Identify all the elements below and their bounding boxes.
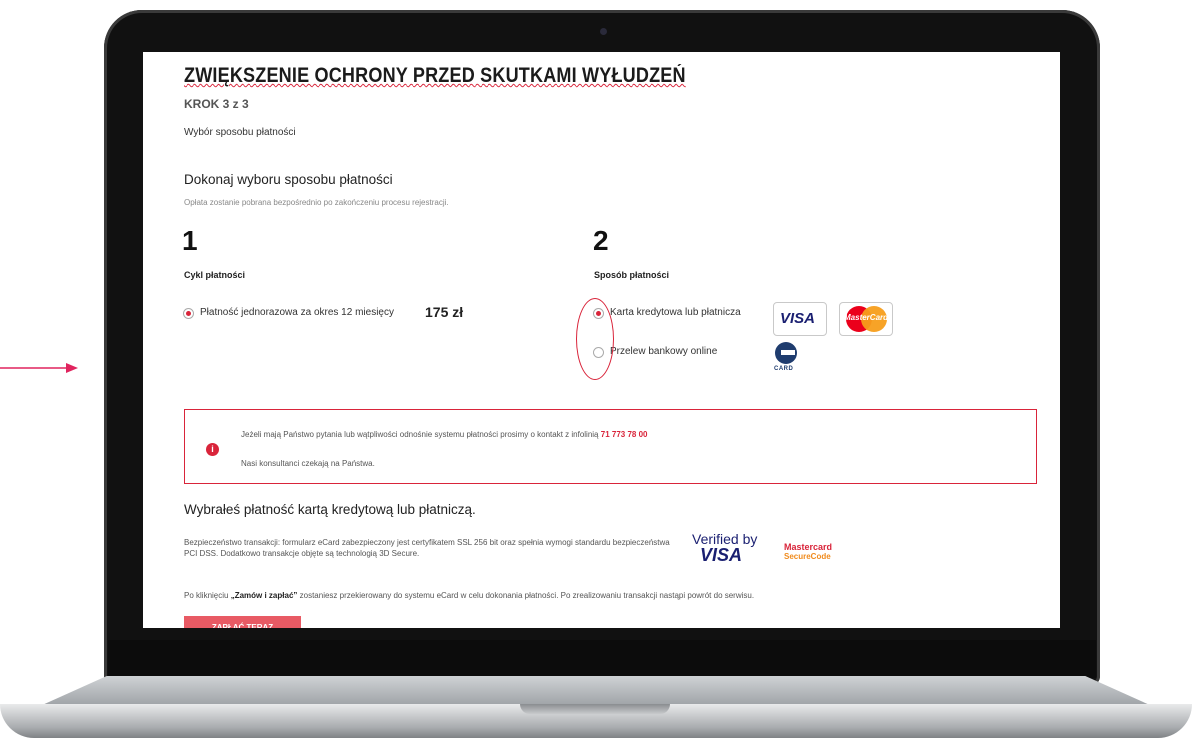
info-box: i Jeżeli mają Państwo pytania lub wątpli…	[184, 409, 1037, 484]
cycle-option-label: Płatność jednorazowa za okres 12 miesięc…	[200, 307, 394, 318]
security-text: Bezpieczeństwo transakcji: formularz eCa…	[184, 538, 670, 558]
mastercard-logo: MasterCard	[839, 302, 893, 336]
payment-note: Opłata zostanie pobrana bezpośrednio po …	[184, 198, 449, 207]
cycle-number: 1	[182, 225, 198, 256]
cycle-price: 175 zł	[425, 304, 464, 320]
laptop-chin	[108, 640, 1096, 678]
bank-transfer-label[interactable]: Przelew bankowy online	[610, 346, 717, 357]
cycle-label: Cykl płatności	[184, 270, 246, 280]
hotline-number[interactable]: 71 773 78 00	[601, 430, 648, 439]
card-payment-label[interactable]: Karta kredytowa lub płatnicza	[610, 307, 741, 318]
highlight-ellipse	[576, 298, 614, 380]
laptop-screen: ZWIĘKSZENIE OCHRONY PRZED SKUTKAMI WYŁUD…	[143, 52, 1060, 628]
pay-now-button[interactable]: ZAPŁAĆ TERAZ	[184, 616, 301, 628]
info-contact-text: Jeżeli mają Państwo pytania lub wątpliwo…	[241, 430, 648, 439]
laptop-base	[0, 676, 1192, 746]
section-heading: Dokonaj wyboru sposobu płatności	[184, 172, 393, 187]
camera-icon	[600, 28, 607, 35]
page-subtitle: Wybór sposobu płatności	[184, 127, 296, 138]
verified-by-visa-logo: Verified by VISA	[692, 531, 758, 565]
pointer-arrow-icon	[0, 363, 78, 373]
visa-logo: VISA	[773, 302, 827, 336]
page-title: ZWIĘKSZENIE OCHRONY PRZED SKUTKAMI WYŁUD…	[184, 64, 686, 87]
mastercard-securecode-logo: Mastercard SecureCode	[784, 542, 833, 561]
info-icon: i	[206, 443, 219, 456]
method-label: Sposób płatności	[594, 270, 670, 280]
method-number: 2	[593, 225, 609, 256]
ecard-logo: CARD	[773, 342, 801, 378]
redirect-text: Po kliknięciu „Zamów i zapłać” zostanies…	[184, 591, 755, 600]
info-consultants-text: Nasi konsultanci czekają na Państwa.	[241, 459, 375, 468]
chosen-method-heading: Wybrałeś płatność kartą kredytową lub pł…	[184, 502, 476, 517]
cycle-radio[interactable]	[183, 308, 194, 319]
step-indicator: KROK 3 z 3	[184, 97, 249, 111]
